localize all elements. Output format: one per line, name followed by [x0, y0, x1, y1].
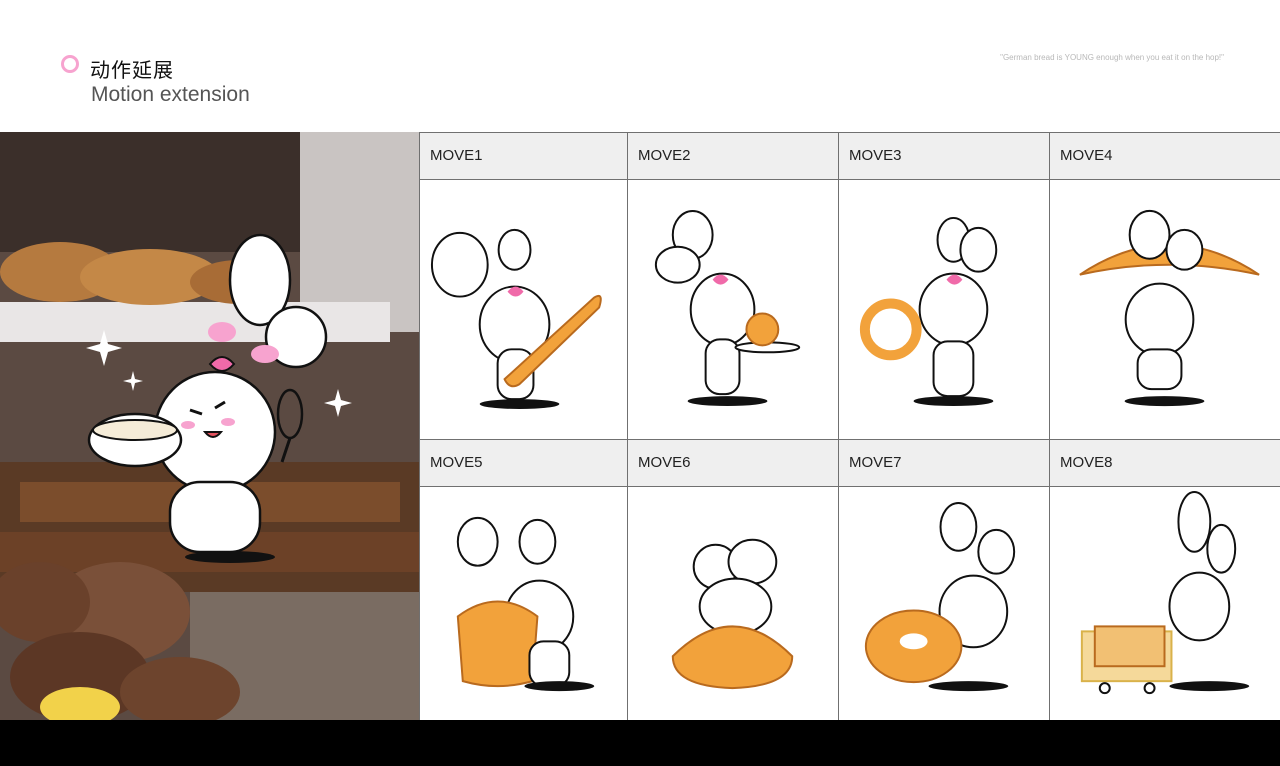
- move-label: MOVE4: [1060, 147, 1113, 164]
- rabbit-bread-cart-image: [1080, 490, 1250, 695]
- rabbit-pretzel-image: [859, 216, 998, 407]
- move-illustration: [1050, 180, 1280, 440]
- move-header: MOVE3: [839, 133, 1050, 180]
- move-label: MOVE2: [638, 147, 691, 164]
- move-header: MOVE2: [628, 133, 839, 180]
- move-header: MOVE1: [420, 133, 628, 180]
- rabbit-bagel-image: [864, 501, 1016, 692]
- move-label: MOVE7: [849, 454, 902, 471]
- move-header: MOVE8: [1050, 440, 1280, 487]
- move-header: MOVE6: [628, 440, 839, 487]
- rabbit-pastry-plate-image: [654, 209, 801, 407]
- move-illustration: [839, 487, 1050, 721]
- move-label: MOVE3: [849, 147, 902, 164]
- move-header: MOVE4: [1050, 133, 1280, 180]
- motion-grid: MOVE1 MOVE2 MOVE3 MOVE4 MOVE5 MOVE6 MOVE…: [419, 132, 1280, 721]
- footer-bar: [0, 720, 1280, 766]
- rabbit-croissant-image: [1079, 209, 1260, 407]
- move-illustration: [1050, 487, 1280, 721]
- rabbit-melon-bun-image: [671, 538, 794, 690]
- section-title-en: Motion extension: [91, 83, 250, 106]
- move-illustration: [420, 487, 628, 721]
- move-illustration: [839, 180, 1050, 440]
- move-illustration: [628, 487, 839, 721]
- move-illustration: [420, 180, 628, 440]
- bullet-ring-icon: [61, 55, 79, 73]
- tagline-quote: "German bread is YOUNG enough when you e…: [1000, 53, 1224, 62]
- move-header: MOVE5: [420, 440, 628, 487]
- bakery-scene-image: [0, 132, 419, 720]
- move-label: MOVE8: [1060, 454, 1113, 471]
- rabbit-baguette-image: [430, 228, 602, 410]
- rabbit-bundt-cake-image: [456, 516, 595, 692]
- move-label: MOVE6: [638, 454, 691, 471]
- move-label: MOVE1: [430, 147, 483, 164]
- move-illustration: [628, 180, 839, 440]
- move-header: MOVE7: [839, 440, 1050, 487]
- section-title-cn: 动作延展: [90, 58, 174, 82]
- hero-bakery-illustration: [0, 132, 419, 720]
- move-label: MOVE5: [430, 454, 483, 471]
